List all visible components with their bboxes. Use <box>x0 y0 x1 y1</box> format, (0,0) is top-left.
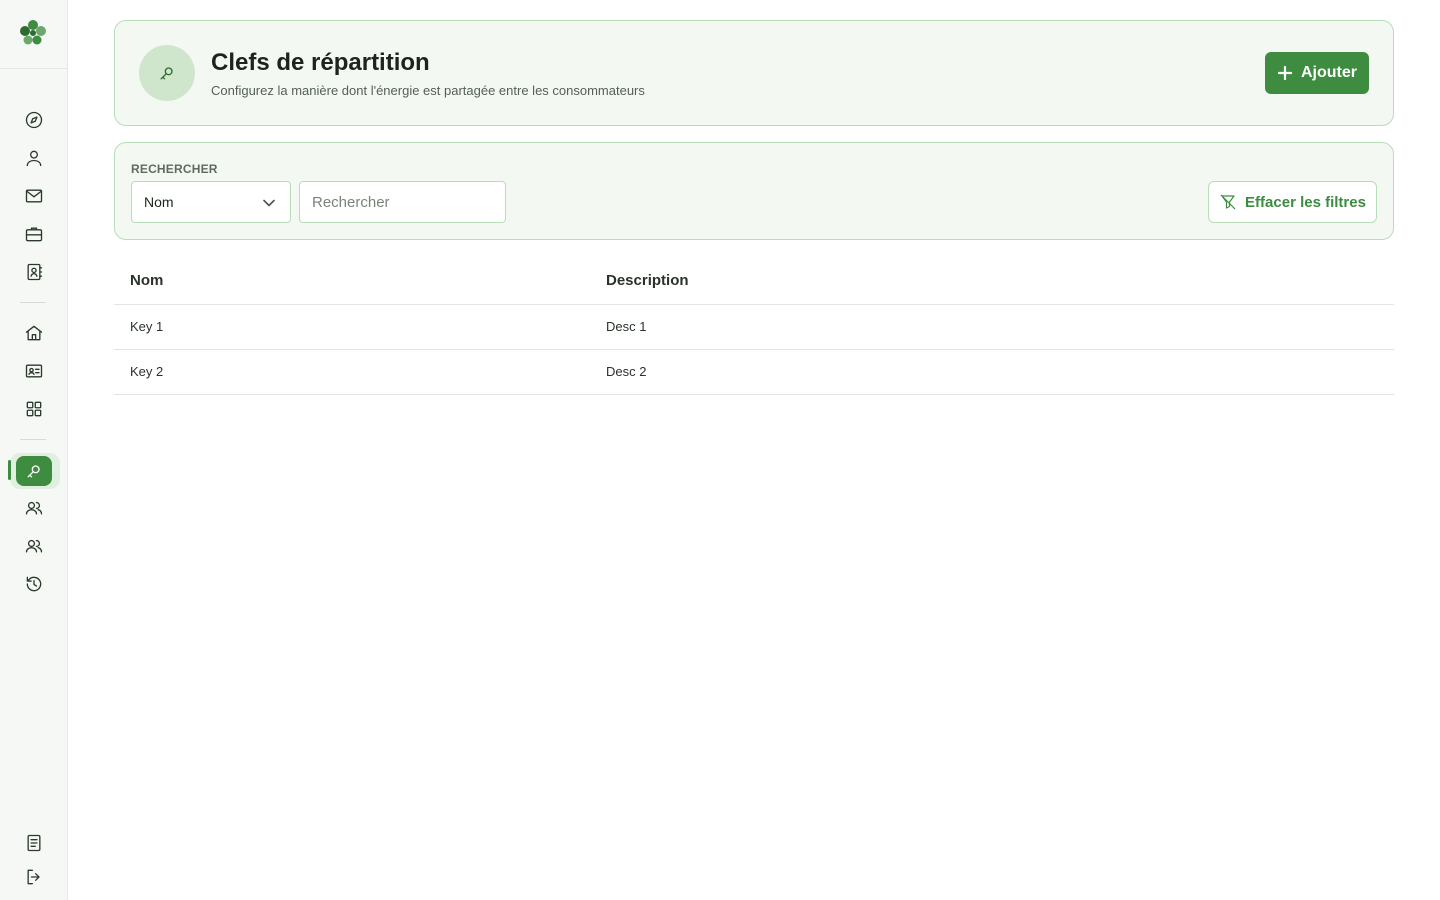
sidebar-item-communities[interactable] <box>16 530 52 562</box>
contact-book-icon <box>27 263 43 281</box>
sidebar-divider <box>20 439 46 440</box>
briefcase-icon <box>25 227 43 242</box>
mail-icon <box>25 189 43 203</box>
add-button-label: Ajouter <box>1301 64 1357 81</box>
history-icon <box>26 576 42 592</box>
sidebar-item-history[interactable] <box>16 568 52 600</box>
logout-icon <box>27 869 40 885</box>
table-header: Nom Description <box>114 256 1394 305</box>
cell-description: Desc 2 <box>606 364 647 379</box>
clear-filters-label: Effacer les filtres <box>1245 193 1366 211</box>
plus-icon <box>1277 65 1293 81</box>
grid-icon <box>26 401 42 417</box>
filter-panel: RECHERCHER Nom Effacer les filtres <box>114 142 1394 240</box>
sidebar <box>0 0 68 900</box>
clover-logo[interactable] <box>17 17 49 49</box>
sidebar-item-profile[interactable] <box>16 142 52 174</box>
add-button[interactable]: Ajouter <box>1265 52 1369 94</box>
cell-name: Key 2 <box>130 364 164 379</box>
table-row[interactable]: Key 1 Desc 1 <box>114 305 1394 350</box>
sidebar-item-allocation-keys[interactable] <box>16 456 52 486</box>
sidebar-active-indicator <box>8 460 11 480</box>
home-icon <box>25 325 43 341</box>
user-icon <box>26 150 42 167</box>
id-card-icon <box>25 364 43 378</box>
sidebar-item-dashboard[interactable] <box>16 393 52 425</box>
sidebar-item-explore[interactable] <box>16 104 52 136</box>
clear-filters-button[interactable]: Effacer les filtres <box>1208 181 1377 223</box>
sidebar-item-business[interactable] <box>16 218 52 250</box>
users-icon <box>25 501 43 515</box>
search-field-select-value: Nom <box>144 194 174 210</box>
sidebar-item-messages[interactable] <box>16 180 52 212</box>
sidebar-item-documentation[interactable] <box>16 827 52 859</box>
document-icon <box>27 834 41 852</box>
compass-icon <box>25 111 43 129</box>
header-key-badge <box>139 45 195 101</box>
column-header-name[interactable]: Nom <box>130 272 163 289</box>
page-title: Clefs de répartition <box>211 49 430 76</box>
filter-label: RECHERCHER <box>131 162 218 176</box>
search-field-select[interactable]: Nom <box>131 181 291 223</box>
table-row[interactable]: Key 2 Desc 2 <box>114 350 1394 395</box>
page-subtitle: Configurez la manière dont l'énergie est… <box>211 83 645 98</box>
sidebar-item-contacts[interactable] <box>16 256 52 288</box>
sidebar-divider <box>0 68 68 69</box>
chevron-down-icon <box>263 199 275 207</box>
column-header-description[interactable]: Description <box>606 272 689 289</box>
users-icon <box>25 539 43 553</box>
sidebar-item-logout[interactable] <box>16 861 52 893</box>
key-icon <box>27 465 40 478</box>
sidebar-item-groups[interactable] <box>16 492 52 524</box>
sidebar-item-home[interactable] <box>16 317 52 349</box>
filter-off-icon <box>1220 194 1236 210</box>
search-input[interactable] <box>299 181 506 223</box>
cell-description: Desc 1 <box>606 319 647 334</box>
sidebar-divider <box>20 302 46 303</box>
allocation-keys-table: Nom Description Key 1 Desc 1 Key 2 Desc … <box>114 256 1394 395</box>
cell-name: Key 1 <box>130 319 164 334</box>
page-header: Clefs de répartition Configurez la maniè… <box>114 20 1394 126</box>
sidebar-item-members[interactable] <box>16 355 52 387</box>
key-icon <box>160 67 173 80</box>
